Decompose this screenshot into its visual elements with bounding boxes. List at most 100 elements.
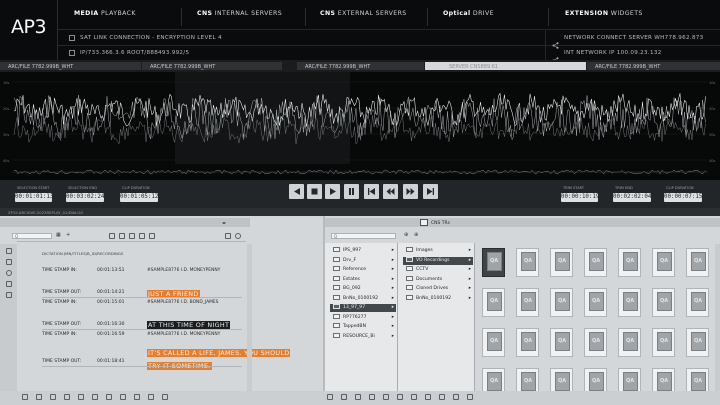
file-thumbnail[interactable]: QA [652, 328, 675, 357]
time-stamp-value[interactable]: 00:01:13:51 [97, 268, 124, 273]
list-icon[interactable] [453, 394, 459, 400]
share-icon[interactable] [78, 394, 84, 400]
add-icon[interactable]: + [66, 232, 70, 238]
pause-button[interactable] [344, 184, 359, 199]
file-thumbnail[interactable]: QA [686, 248, 709, 277]
file-thumbnail[interactable]: QA [482, 368, 505, 391]
file-thumbnail[interactable]: QA [550, 248, 573, 277]
selection-end-field[interactable]: 00:03:02:24 [66, 193, 104, 202]
settings-gear-icon[interactable] [235, 233, 241, 239]
cloud-icon[interactable] [22, 394, 28, 400]
link-icon[interactable] [149, 233, 155, 239]
file-thumbnail[interactable]: QA [482, 288, 505, 317]
copy-icon[interactable] [139, 233, 145, 239]
dictation-search-input[interactable]: Q [12, 233, 52, 239]
bookmark-icon[interactable] [355, 394, 361, 400]
settings-icon[interactable] [397, 394, 403, 400]
file-thumbnail[interactable]: QA [584, 368, 607, 391]
tab-arc-file-1[interactable]: ARC/FILE 7782.999B_WHT [0, 62, 141, 70]
skip-forward-button[interactable] [423, 184, 438, 199]
file-thumbnail[interactable]: QA [516, 288, 539, 317]
copy-icon[interactable] [411, 394, 417, 400]
cloud-icon[interactable] [327, 394, 333, 400]
fast-rewind-button[interactable] [383, 184, 398, 199]
folder-item[interactable]: TappedBN ▸ [330, 323, 396, 331]
image-icon[interactable] [425, 394, 431, 400]
time-stamp-value[interactable]: 00:01:14:21 [97, 290, 124, 295]
settings-icon[interactable] [92, 394, 98, 400]
play-button[interactable] [325, 184, 340, 199]
trim-end-field[interactable]: 00:02:02:04 [613, 193, 651, 202]
grid-icon[interactable] [64, 394, 70, 400]
folder-item[interactable]: Documents ▸ [403, 275, 473, 284]
tab-arc-file-2[interactable]: ARC/FILE 7782.999B_WHT [142, 62, 282, 70]
time-stamp-value[interactable]: 00:01:15:01 [97, 300, 124, 305]
clip-duration-field-2[interactable]: 00:00:07:15 [664, 193, 702, 202]
file-thumbnail[interactable]: QA [516, 368, 539, 391]
edit-icon[interactable] [109, 233, 115, 239]
folder-item[interactable]: CCTV ▸ [403, 266, 473, 274]
file-thumbnail[interactable]: QA [550, 288, 573, 317]
nav-cns-external[interactable]: CNS EXTERNAL SERVERS [320, 10, 407, 17]
nav-optical-drive[interactable]: Optical DRIVE [443, 10, 494, 17]
file-thumbnail[interactable]: QA [618, 288, 641, 317]
app-logo[interactable]: AP3 [0, 0, 58, 60]
folder-item[interactable]: VO Recordings ▸ [403, 256, 473, 265]
folder-item[interactable]: IPS_997 ▸ [330, 247, 396, 255]
list-icon[interactable] [6, 248, 12, 254]
browser-scrollbar[interactable] [715, 244, 720, 391]
history-icon[interactable] [467, 394, 473, 400]
file-thumbnail[interactable]: QA [652, 248, 675, 277]
nav-extension-widgets[interactable]: EXTENSION WIDGETS [565, 10, 643, 17]
folder-item[interactable]: BG_092 ▸ [330, 285, 396, 293]
sync-icon[interactable] [341, 394, 347, 400]
crosshair-icon[interactable]: ⊕ [414, 232, 418, 238]
layers-icon[interactable] [6, 281, 12, 287]
file-thumbnail[interactable]: QA [482, 248, 505, 277]
list-icon[interactable] [148, 394, 154, 400]
sync-icon[interactable] [36, 394, 42, 400]
folder-item[interactable]: Reference ▸ [330, 266, 396, 274]
nav-media-playback[interactable]: MEDIA PLAYBACK [74, 10, 136, 17]
file-thumbnail[interactable]: QA [584, 288, 607, 317]
folder-item[interactable]: RP776277 ▸ [330, 313, 396, 322]
user-icon[interactable] [225, 233, 231, 239]
time-stamp-value[interactable]: 00:01:16:59 [97, 332, 124, 337]
browser-search-input[interactable]: Q [331, 233, 396, 239]
file-thumbnail[interactable]: QA [584, 328, 607, 357]
pen-icon[interactable] [6, 259, 12, 265]
image-icon[interactable] [120, 394, 126, 400]
file-thumbnail[interactable]: QA [686, 328, 709, 357]
tab-server-cns[interactable]: SERVER CNS889.61 [425, 62, 586, 70]
folder-item[interactable]: 13_97_97 ▸ [330, 304, 396, 312]
clip-duration-field[interactable]: 00:01:05:12 [120, 193, 158, 202]
eye-icon[interactable] [134, 394, 140, 400]
file-thumbnail[interactable]: QA [584, 248, 607, 277]
file-thumbnail[interactable]: QA [482, 328, 505, 357]
folder-item[interactable]: Estates ▸ [330, 275, 396, 284]
grid-view-icon[interactable]: ▦ [56, 232, 61, 238]
skip-back-button[interactable] [364, 184, 379, 199]
share-icon[interactable] [383, 394, 389, 400]
folder-icon[interactable] [119, 233, 125, 239]
file-thumbnail[interactable]: QA [686, 368, 709, 391]
folder-item[interactable]: RESOURCE_Bi ▸ [330, 332, 396, 341]
file-thumbnail[interactable]: QA [516, 328, 539, 357]
bookmark-icon[interactable] [50, 394, 56, 400]
file-thumbnail[interactable]: QA [550, 328, 573, 357]
file-thumbnail[interactable]: QA [550, 368, 573, 391]
stop-button[interactable] [307, 184, 322, 199]
image-icon[interactable] [6, 292, 12, 298]
collapse-arrows-icon[interactable]: ◂▸ [222, 220, 226, 225]
waveform-display[interactable]: 10s 20s 30s 40s 10s 20s 30s 40s [0, 72, 720, 180]
record-icon[interactable] [6, 270, 12, 276]
file-thumbnail[interactable]: QA [652, 288, 675, 317]
folder-item[interactable]: BnNo_0100192 ▸ [330, 294, 396, 303]
dictation-scrollbar[interactable] [247, 244, 252, 391]
tag-icon[interactable] [129, 233, 135, 239]
tab-arc-file-4[interactable]: ARC/FILE 7782.999B_WHT [587, 62, 720, 70]
folder-item[interactable]: Drv_F ▸ [330, 256, 396, 265]
file-thumbnail[interactable]: QA [516, 248, 539, 277]
time-stamp-value[interactable]: 00:01:16:30 [97, 322, 124, 327]
selection-start-field[interactable]: 00:01:01:13 [15, 193, 53, 202]
